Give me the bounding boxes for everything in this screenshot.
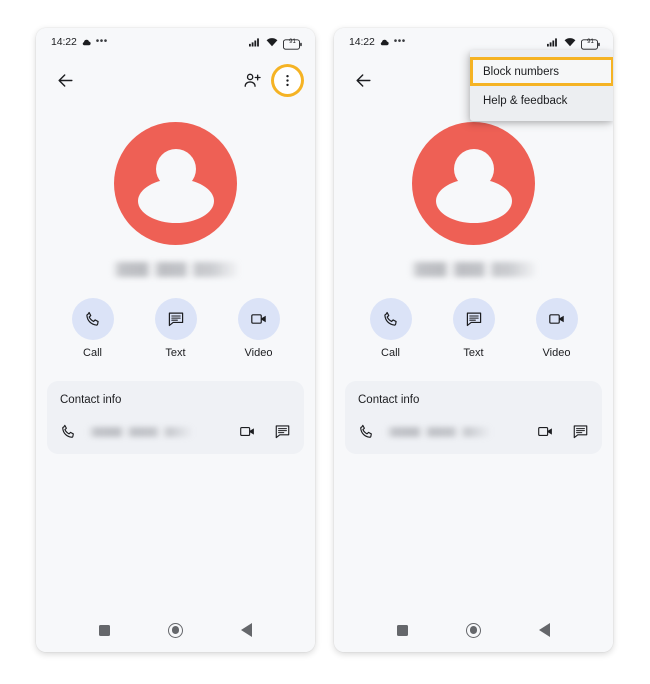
status-bar-right: 91 bbox=[547, 37, 600, 50]
action-text[interactable]: Text bbox=[154, 298, 197, 359]
status-bar-left: 14:22 ••• bbox=[51, 36, 108, 48]
contact-info-title: Contact info bbox=[60, 394, 122, 406]
contact-phone-number bbox=[386, 426, 514, 437]
contact-name bbox=[409, 262, 538, 277]
phone-panel-right: 14:22 ••• 91 Call Text Video Contact inf… bbox=[334, 28, 613, 652]
battery-level: 91 bbox=[587, 39, 594, 45]
message-icon[interactable] bbox=[572, 423, 589, 440]
text-button[interactable] bbox=[154, 298, 197, 340]
wifi-icon bbox=[564, 38, 576, 47]
action-label-video: Video bbox=[542, 347, 571, 359]
video-camera-icon bbox=[250, 314, 266, 324]
back-arrow-icon bbox=[57, 73, 73, 87]
contact-phone-number bbox=[88, 426, 216, 437]
status-bar: 14:22 ••• 91 bbox=[36, 28, 315, 56]
add-contact-button[interactable] bbox=[237, 65, 267, 95]
home-circle-icon[interactable] bbox=[466, 622, 481, 638]
video-button[interactable] bbox=[535, 298, 578, 340]
battery-icon: 91 bbox=[581, 37, 600, 50]
cloud-icon bbox=[380, 39, 389, 45]
action-label-call: Call bbox=[381, 347, 400, 359]
back-button[interactable] bbox=[348, 65, 378, 95]
contact-header bbox=[334, 104, 613, 277]
action-text[interactable]: Text bbox=[452, 298, 495, 359]
video-camera-icon bbox=[548, 314, 564, 324]
video-camera-icon[interactable] bbox=[537, 423, 554, 440]
call-button[interactable] bbox=[369, 298, 412, 340]
back-triangle-icon[interactable] bbox=[539, 623, 550, 637]
phone-icon bbox=[383, 311, 397, 326]
action-label-text: Text bbox=[463, 347, 484, 359]
quick-actions: Call Text Video bbox=[36, 298, 315, 359]
person-avatar-body bbox=[137, 179, 214, 223]
back-triangle-icon[interactable] bbox=[241, 623, 252, 637]
phone-icon bbox=[62, 424, 74, 438]
home-circle-icon[interactable] bbox=[168, 622, 183, 638]
back-button[interactable] bbox=[50, 65, 80, 95]
contact-row-actions bbox=[537, 423, 589, 440]
message-icon bbox=[466, 312, 481, 327]
signal-bars-icon bbox=[249, 38, 259, 47]
back-arrow-icon bbox=[355, 73, 371, 87]
signal-bars-icon bbox=[547, 38, 557, 47]
contact-info-row[interactable] bbox=[60, 423, 291, 440]
battery-icon: 91 bbox=[283, 37, 302, 50]
system-nav-bar bbox=[36, 608, 315, 652]
phone-icon bbox=[85, 311, 99, 326]
avatar bbox=[114, 122, 237, 245]
action-call[interactable]: Call bbox=[71, 298, 114, 359]
contact-info-title: Contact info bbox=[358, 394, 420, 406]
status-bar-left: 14:22 ••• bbox=[349, 36, 406, 48]
battery-level: 91 bbox=[289, 39, 296, 45]
phone-icon bbox=[360, 424, 372, 438]
menu-item-label: Help & feedback bbox=[483, 94, 568, 107]
status-time: 14:22 bbox=[349, 36, 375, 48]
recents-square-icon[interactable] bbox=[99, 624, 110, 636]
contact-header bbox=[36, 104, 315, 277]
message-icon bbox=[168, 312, 183, 327]
contact-info-card: Contact info bbox=[345, 381, 602, 454]
menu-item-help-feedback[interactable]: Help & feedback bbox=[470, 86, 613, 115]
overflow-dropdown-menu: Block numbers Help & feedback bbox=[470, 50, 613, 121]
action-video[interactable]: Video bbox=[535, 298, 578, 359]
overflow-menu-icon bbox=[286, 74, 289, 86]
text-button[interactable] bbox=[452, 298, 495, 340]
contact-name bbox=[111, 262, 240, 277]
action-label-video: Video bbox=[244, 347, 273, 359]
video-camera-icon[interactable] bbox=[239, 423, 256, 440]
video-button[interactable] bbox=[237, 298, 280, 340]
person-avatar-body bbox=[435, 179, 512, 223]
person-add-icon bbox=[244, 73, 261, 87]
action-label-text: Text bbox=[165, 347, 186, 359]
action-video[interactable]: Video bbox=[237, 298, 280, 359]
quick-actions: Call Text Video bbox=[334, 298, 613, 359]
app-bar bbox=[36, 56, 315, 104]
contact-info-row[interactable] bbox=[358, 423, 589, 440]
app-bar-actions bbox=[237, 65, 301, 95]
recents-square-icon[interactable] bbox=[397, 624, 408, 636]
status-bar-right: 91 bbox=[249, 37, 302, 50]
cloud-icon bbox=[82, 39, 91, 45]
wifi-icon bbox=[266, 38, 278, 47]
message-icon[interactable] bbox=[274, 423, 291, 440]
action-call[interactable]: Call bbox=[369, 298, 412, 359]
phone-panel-left: 14:22 ••• 91 Call Text Video Contact inf… bbox=[36, 28, 315, 652]
screenshot-stage: 14:22 ••• 91 Call Text Video Contact inf… bbox=[0, 0, 650, 684]
menu-item-label: Block numbers bbox=[483, 65, 560, 78]
contact-info-card: Contact info bbox=[47, 381, 304, 454]
system-nav-bar bbox=[334, 608, 613, 652]
call-button[interactable] bbox=[71, 298, 114, 340]
status-more-dots-icon: ••• bbox=[95, 36, 108, 47]
status-more-dots-icon: ••• bbox=[393, 36, 406, 47]
contact-row-actions bbox=[239, 423, 291, 440]
status-time: 14:22 bbox=[51, 36, 77, 48]
action-label-call: Call bbox=[83, 347, 102, 359]
menu-item-block-numbers[interactable]: Block numbers bbox=[470, 57, 613, 86]
overflow-menu-button[interactable] bbox=[274, 66, 301, 94]
avatar bbox=[412, 122, 535, 245]
